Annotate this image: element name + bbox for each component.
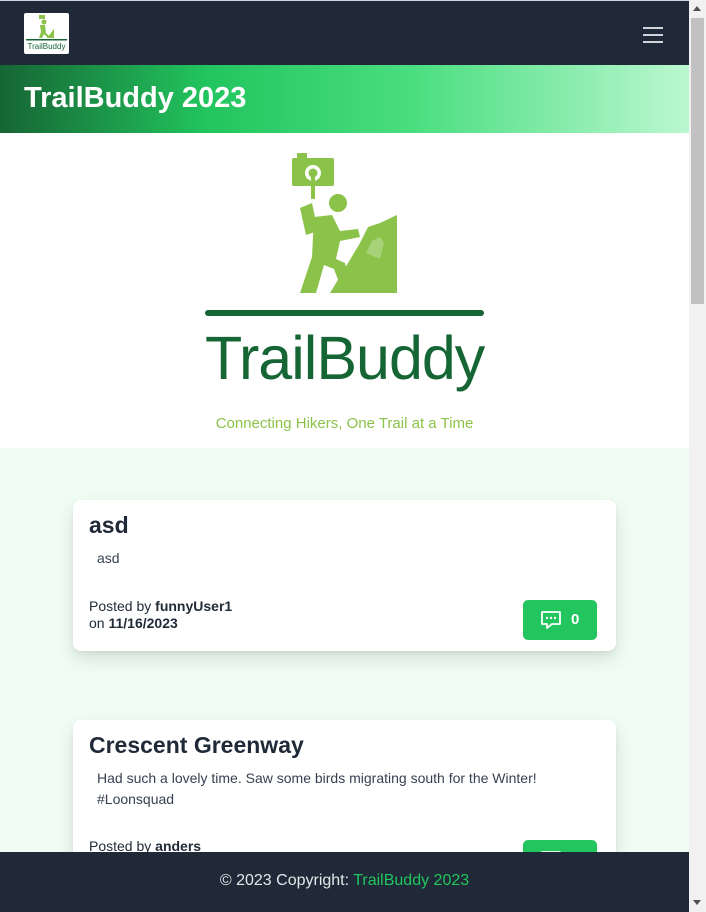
footer: © 2023 Copyright: TrailBuddy 2023 (0, 852, 689, 912)
menu-icon[interactable] (641, 24, 665, 44)
comment-icon (541, 611, 561, 629)
on-label: on (89, 615, 105, 631)
post-card: asd asd Posted by funnyUser1 on 11/16/20… (73, 500, 616, 651)
scroll-up-icon[interactable] (693, 6, 701, 11)
post-author: funnyUser1 (155, 598, 233, 614)
scrollbar[interactable] (689, 0, 706, 912)
hero-brand: TrailBuddy (205, 324, 485, 392)
hero-tagline: Connecting Hikers, One Trail at a Time (215, 415, 474, 432)
scrollbar-thumb[interactable] (691, 18, 704, 304)
hero-logo: TrailBuddy Connecting Hikers, One Trail … (0, 133, 689, 448)
post-meta: Posted by funnyUser1 on 11/16/2023 (89, 598, 232, 632)
footer-link[interactable]: TrailBuddy 2023 (353, 872, 469, 889)
post-title: asd (89, 512, 129, 538)
post-date: 11/16/2023 (108, 615, 178, 631)
scroll-down-icon[interactable] (693, 900, 701, 905)
navbar: TrailBuddy (0, 0, 689, 65)
page-viewport: TrailBuddy TrailBuddy 2023 TrailBuddy Co… (0, 0, 689, 912)
post-body: Had such a lovely time. Saw some birds m… (97, 770, 537, 807)
copyright-prefix: © 2023 Copyright: (219, 872, 354, 889)
comment-count: 0 (571, 611, 580, 628)
comments-button[interactable]: 0 (523, 600, 597, 640)
hiker-icon (205, 153, 484, 316)
nav-logo-text: TrailBuddy (27, 42, 66, 51)
post-title: Crescent Greenway (89, 732, 304, 758)
post-body: asd (97, 550, 120, 566)
posted-by-label: Posted by (89, 598, 152, 614)
page-title: TrailBuddy 2023 (24, 82, 247, 114)
footer-copyright: © 2023 Copyright: TrailBuddy 2023 (0, 872, 689, 890)
title-banner: TrailBuddy 2023 (0, 65, 689, 133)
nav-logo[interactable]: TrailBuddy (24, 13, 69, 54)
